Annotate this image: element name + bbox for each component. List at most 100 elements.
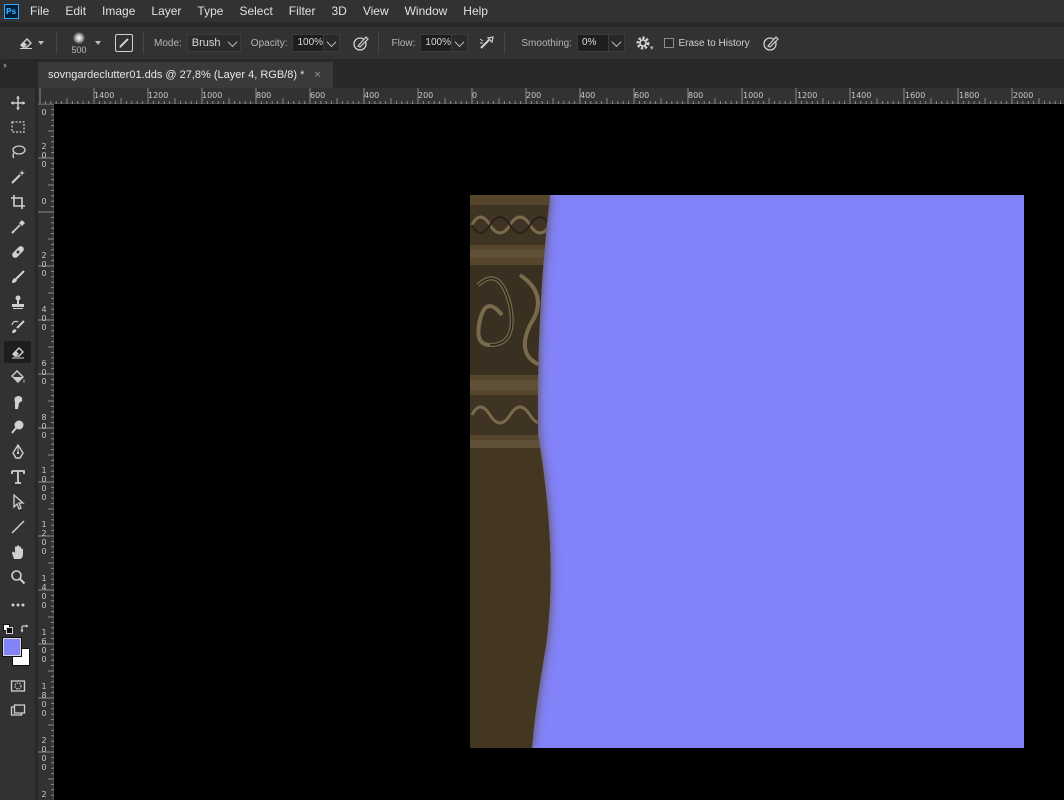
canvas-area[interactable] xyxy=(54,104,1064,800)
divider xyxy=(143,32,144,54)
expand-panels-icon[interactable]: ›› xyxy=(3,60,7,70)
quick-mask-button[interactable] xyxy=(4,675,31,697)
menu-type[interactable]: Type xyxy=(189,0,231,22)
screen-mode-button[interactable] xyxy=(4,700,31,722)
celtic-texture-layer xyxy=(470,195,551,748)
airbrush-button[interactable] xyxy=(478,35,496,51)
ruler-label: 1000 xyxy=(41,466,47,502)
chevron-down-icon[interactable] xyxy=(95,41,101,45)
flow-field[interactable]: 100% xyxy=(420,34,469,52)
eyedropper-tool[interactable] xyxy=(4,216,31,238)
chevron-down-icon xyxy=(608,34,625,52)
ruler-label: 1600 xyxy=(905,91,926,100)
paint-bucket-icon xyxy=(10,370,24,383)
ruler-label: 200 xyxy=(41,142,47,169)
erase-to-history-checkbox[interactable] xyxy=(663,38,674,48)
hand-tool[interactable] xyxy=(4,541,31,563)
photoshop-logo: Ps xyxy=(0,0,22,22)
type-tool[interactable] xyxy=(4,466,31,488)
options-bar: 500 Mode: Brush Opacity: 100% Flow: 100% xyxy=(0,27,1064,59)
horizontal-ruler[interactable]: 1400 1200 1000 800 600 400 200 0 200 400… xyxy=(38,88,1064,104)
brush-panel-icon xyxy=(119,38,129,48)
ruler-label: 1200 xyxy=(41,520,47,556)
ruler-label: 1000 xyxy=(743,91,764,100)
dodge-icon xyxy=(10,420,23,434)
ruler-label: 1400 xyxy=(41,574,47,610)
quick-mask-icon xyxy=(10,680,25,692)
pressure-size-button[interactable] xyxy=(762,34,780,52)
brush-tool[interactable] xyxy=(4,266,31,288)
vertical-ruler[interactable]: 0 200 0 200 400 600 800 1000 1200 1400 1… xyxy=(38,104,54,800)
ellipsis-icon xyxy=(11,603,24,607)
smoothing-options-button[interactable]: ▾ xyxy=(635,34,654,52)
more-tools[interactable] xyxy=(4,594,31,616)
brush-preset-picker[interactable]: 500 xyxy=(67,31,91,55)
smudge-icon xyxy=(13,396,22,409)
ruler-label: 200 xyxy=(418,91,434,100)
marquee-tool[interactable] xyxy=(4,116,31,138)
ruler-label: 400 xyxy=(580,91,596,100)
menu-layer[interactable]: Layer xyxy=(143,0,189,22)
hand-icon xyxy=(11,545,23,559)
foreground-color-swatch[interactable] xyxy=(2,637,22,657)
eraser-tool[interactable] xyxy=(4,341,31,363)
menu-image[interactable]: Image xyxy=(94,0,143,22)
line-tool[interactable] xyxy=(4,516,31,538)
ps-logo-box: Ps xyxy=(3,3,19,19)
divider xyxy=(504,32,506,54)
ruler-label: 600 xyxy=(41,359,47,386)
ruler-label: 800 xyxy=(41,413,47,440)
ruler-label: 2000 xyxy=(1013,91,1034,100)
line-icon xyxy=(10,520,25,534)
divider xyxy=(56,32,57,54)
smoothing-field[interactable]: 0% xyxy=(576,34,625,52)
swap-arrows-icon xyxy=(20,624,29,633)
smudge-tool[interactable] xyxy=(4,391,31,413)
ruler-label: 800 xyxy=(256,91,272,100)
path-selection-tool[interactable] xyxy=(4,491,31,513)
document-canvas[interactable] xyxy=(470,195,1024,748)
brush-tip-icon xyxy=(73,31,85,44)
menu-help[interactable]: Help xyxy=(455,0,496,22)
lasso-tool[interactable] xyxy=(4,141,31,163)
history-brush-tool[interactable] xyxy=(4,316,31,338)
swap-colors-button[interactable] xyxy=(20,623,30,633)
menu-edit[interactable]: Edit xyxy=(57,0,94,22)
ruler-label: 200 xyxy=(526,91,542,100)
menu-bar: Ps File Edit Image Layer Type Select Fil… xyxy=(0,0,1064,22)
path-selection-icon xyxy=(12,494,25,510)
healing-brush-tool[interactable] xyxy=(4,241,31,263)
menu-filter[interactable]: Filter xyxy=(281,0,324,22)
crop-tool[interactable] xyxy=(4,191,31,213)
divider xyxy=(378,32,380,54)
move-tool[interactable] xyxy=(4,92,31,114)
menu-3d[interactable]: 3D xyxy=(323,0,354,22)
erase-to-history-toggle[interactable]: Erase to History xyxy=(663,38,750,49)
stamp-icon xyxy=(11,295,24,309)
zoom-tool[interactable] xyxy=(4,566,31,588)
ruler-label: 0 xyxy=(472,91,478,100)
menu-view[interactable]: View xyxy=(355,0,397,22)
tool-preset-picker[interactable] xyxy=(18,36,44,50)
dodge-tool[interactable] xyxy=(4,416,31,438)
eraser-icon xyxy=(11,347,24,359)
document-tab[interactable]: sovngardeclutter01.dds @ 27,8% (Layer 4,… xyxy=(38,62,333,88)
paint-bucket-tool[interactable] xyxy=(4,366,31,388)
pressure-opacity-button[interactable] xyxy=(352,34,370,52)
clone-stamp-tool[interactable] xyxy=(4,291,31,313)
menu-file[interactable]: File xyxy=(22,0,57,22)
brush-size-value: 500 xyxy=(71,44,87,55)
zoom-icon xyxy=(10,570,25,585)
brush-settings-toggle[interactable] xyxy=(115,34,133,52)
menu-window[interactable]: Window xyxy=(397,0,456,22)
menu-select[interactable]: Select xyxy=(231,0,280,22)
magic-wand-tool[interactable] xyxy=(4,166,31,188)
mode-select[interactable]: Brush xyxy=(186,34,241,52)
pen-tool[interactable] xyxy=(4,441,31,463)
pressure-pen-icon xyxy=(353,36,370,51)
default-colors-button[interactable] xyxy=(3,623,13,634)
opacity-field[interactable]: 100% xyxy=(292,34,341,52)
chevron-down-icon xyxy=(324,34,341,52)
smoothing-value: 0% xyxy=(576,34,609,52)
close-icon[interactable]: × xyxy=(314,69,320,81)
